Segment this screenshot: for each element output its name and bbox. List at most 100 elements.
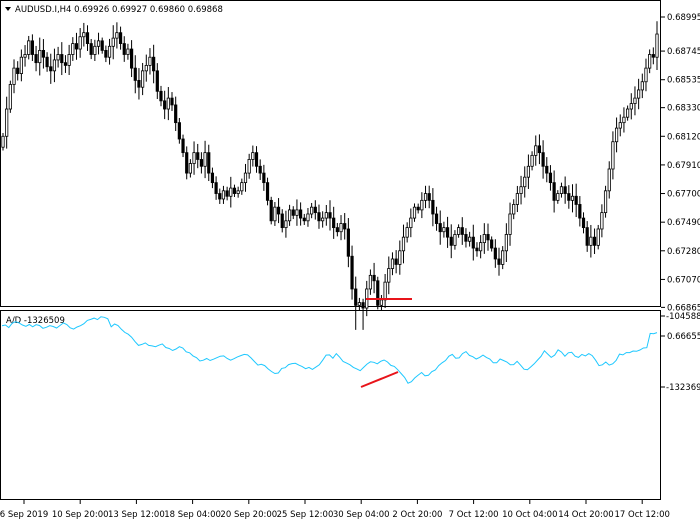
candle-body: [16, 67, 20, 74]
candle-body: [174, 104, 178, 124]
candle-body: [221, 190, 226, 200]
candle-body: [49, 66, 53, 72]
candle-body: [567, 193, 571, 201]
candle-body: [152, 56, 156, 72]
candle-body: [118, 32, 123, 44]
candle-body: [394, 258, 398, 265]
candle-body: [501, 250, 505, 265]
candle-body: [34, 54, 38, 64]
time-axis-label: 17 Oct 12:00: [614, 510, 669, 520]
candle-body: [644, 67, 648, 83]
candle-body: [412, 206, 417, 219]
candle-body: [196, 152, 200, 160]
candle-body: [243, 172, 248, 184]
candle-body: [486, 234, 490, 241]
candle-body: [100, 40, 104, 51]
candle-body: [442, 227, 446, 233]
candle-body: [416, 206, 420, 211]
price-axis-label: 0.67910: [667, 161, 700, 171]
candle-body: [434, 213, 439, 224]
candle-body: [541, 152, 545, 167]
candle-body: [41, 49, 46, 58]
candle-body: [129, 48, 134, 69]
candle-body: [508, 213, 512, 235]
candle-body: [559, 186, 564, 194]
candle-body: [376, 280, 380, 306]
time-axis-label: 10 Oct 04:00: [502, 510, 557, 520]
candle-body: [515, 193, 519, 205]
candle-body: [126, 48, 130, 55]
time-axis-label: 20 Sep 20:00: [220, 510, 277, 520]
candle-body: [423, 193, 428, 201]
candle-body: [251, 152, 255, 160]
candle-body: [74, 43, 79, 50]
candle-body: [85, 32, 90, 44]
price-axis-label: 0.67280: [667, 247, 700, 257]
candle-body: [490, 239, 494, 249]
candle-body: [67, 54, 71, 66]
candle-body: [299, 209, 303, 219]
candle-body: [361, 302, 365, 309]
time-axis-label: 14 Oct 20:00: [558, 510, 613, 520]
candle-body: [111, 37, 115, 47]
indicator-header: A/D -1326509: [6, 316, 65, 326]
candle-body: [350, 255, 354, 290]
candle-body: [232, 187, 237, 194]
candle-body: [273, 206, 277, 222]
candle-body: [504, 234, 508, 252]
candle-body: [655, 33, 659, 58]
candle-body: [38, 49, 42, 64]
time-axis-label: 30 Sep 04:00: [333, 510, 390, 520]
candle-body: [313, 206, 317, 214]
candle-body: [56, 54, 60, 61]
candle-body: [188, 163, 192, 174]
candle-body: [218, 193, 222, 200]
candle-body: [464, 234, 468, 242]
candle-body: [203, 152, 207, 167]
candle-body: [512, 204, 516, 215]
candle-body: [596, 228, 600, 246]
candle-body: [545, 165, 549, 174]
price-axis-label: 0.67490: [667, 218, 700, 228]
candle-body: [523, 176, 527, 188]
candle-body: [328, 212, 332, 219]
price-pane-header: AUDUSD.I,H4 0.69926 0.69927 0.69860 0.69…: [15, 5, 223, 15]
candle-body: [19, 56, 23, 74]
price-axis-label: 0.68995: [667, 13, 700, 23]
candle-body: [78, 36, 82, 50]
candle-body: [379, 299, 384, 306]
candle-body: [199, 159, 204, 167]
candle-body: [284, 220, 288, 229]
candle-body: [574, 195, 578, 205]
time-axis-label: 10 Sep 20:00: [52, 510, 109, 520]
candle-body: [324, 212, 328, 219]
candle-body: [585, 227, 589, 246]
candle-body: [607, 168, 611, 192]
candle-body: [236, 190, 240, 194]
candle-body: [420, 199, 424, 211]
price-axis-label: 0.67070: [667, 275, 700, 285]
candle-body: [30, 40, 34, 55]
candle-body: [210, 172, 215, 184]
candle-body: [633, 97, 637, 104]
candle-body: [534, 145, 538, 156]
candle-body: [265, 182, 270, 201]
candle-body: [332, 217, 336, 229]
candle-body: [181, 138, 185, 154]
price-axis-label: 0.68120: [667, 132, 700, 142]
candle-body: [648, 54, 652, 69]
candle-body: [479, 242, 483, 252]
candle-body: [23, 54, 27, 58]
time-axis-label: 6 Sep 2019: [0, 510, 48, 520]
candle-body: [335, 227, 339, 233]
candle-body: [192, 152, 196, 164]
candle-body: [357, 302, 361, 306]
candle-body: [185, 152, 189, 174]
price-axis-label: 0.68535: [667, 76, 700, 86]
candle-body: [383, 281, 387, 301]
candle-body: [214, 182, 218, 194]
candle-body: [471, 236, 475, 249]
candle-body: [262, 172, 266, 184]
candle-body: [556, 193, 560, 201]
candle-body: [276, 206, 281, 215]
